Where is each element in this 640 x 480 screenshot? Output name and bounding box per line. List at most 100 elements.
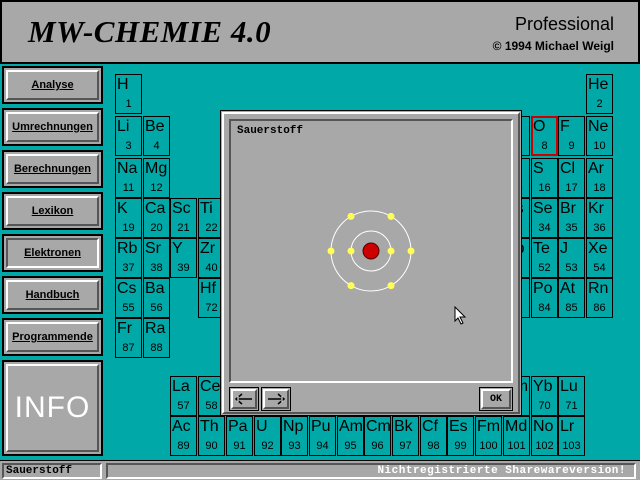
element-np[interactable]: Np 93: [281, 416, 308, 456]
element-symbol: O: [533, 118, 546, 135]
element-ne[interactable]: Ne 10: [586, 116, 613, 156]
element-number: 91: [233, 440, 246, 452]
next-button[interactable]: [261, 387, 291, 411]
element-te[interactable]: Te 52: [531, 238, 558, 278]
element-symbol: At: [560, 280, 576, 297]
element-lr[interactable]: Lr 103: [558, 416, 585, 456]
element-j[interactable]: J 53: [558, 238, 585, 278]
element-symbol: Cl: [560, 160, 576, 177]
element-sc[interactable]: Sc 21: [170, 198, 197, 238]
element-th[interactable]: Th 90: [198, 416, 225, 456]
element-rn[interactable]: Rn 86: [586, 278, 613, 318]
element-f[interactable]: F9: [558, 116, 585, 156]
element-h[interactable]: H1: [115, 74, 142, 114]
sidebar-item-umrechnungen[interactable]: Umrechnungen: [2, 108, 103, 146]
element-number: 71: [565, 400, 578, 412]
element-number: 101: [507, 440, 526, 452]
electron: [347, 212, 355, 220]
element-u[interactable]: U 92: [254, 416, 281, 456]
element-symbol: No: [533, 418, 554, 435]
element-kr[interactable]: Kr 36: [586, 198, 613, 238]
element-symbol: Y: [172, 240, 183, 257]
element-cm[interactable]: Cm 96: [364, 416, 391, 456]
element-number: 16: [538, 182, 551, 194]
element-number: 92: [261, 440, 274, 452]
element-bk[interactable]: Bk 97: [392, 416, 419, 456]
element-number: 8: [541, 140, 548, 152]
element-k[interactable]: K 19: [115, 198, 142, 238]
element-fm[interactable]: Fm 100: [475, 416, 502, 456]
element-o[interactable]: O8: [531, 116, 558, 156]
element-be[interactable]: Be 4: [143, 116, 170, 156]
element-symbol: Ar: [588, 160, 604, 177]
sidebar-item-label: Umrechnungen: [12, 121, 93, 133]
element-na[interactable]: Na 11: [115, 158, 142, 198]
sidebar-item-berechnungen[interactable]: Berechnungen: [2, 150, 103, 188]
element-y[interactable]: Y 39: [170, 238, 197, 278]
element-number: 57: [177, 400, 190, 412]
element-symbol: Cs: [117, 280, 137, 297]
prev-button[interactable]: [229, 387, 259, 411]
electron: [407, 247, 415, 255]
sidebar-item-elektronen[interactable]: Elektronen: [2, 234, 103, 272]
element-number: 86: [593, 302, 606, 314]
element-md[interactable]: Md 101: [503, 416, 530, 456]
element-s[interactable]: S 16: [531, 158, 558, 198]
element-cl[interactable]: Cl 17: [558, 158, 585, 198]
element-symbol: Rb: [117, 240, 138, 257]
element-number: 37: [122, 262, 135, 274]
info-button[interactable]: INFO: [2, 360, 103, 456]
element-symbol: Es: [449, 418, 468, 435]
element-symbol: Zr: [200, 240, 216, 257]
element-li[interactable]: Li 3: [115, 116, 142, 156]
element-symbol: Sc: [172, 200, 191, 217]
atom-nucleus: [362, 242, 380, 260]
element-symbol: Fm: [477, 418, 501, 435]
element-fr[interactable]: Fr 87: [115, 318, 142, 358]
element-br[interactable]: Br 35: [558, 198, 585, 238]
element-number: 4: [153, 140, 160, 152]
element-rb[interactable]: Rb 37: [115, 238, 142, 278]
ok-button[interactable]: OK: [479, 387, 513, 411]
element-symbol: Mg: [145, 160, 168, 177]
element-po[interactable]: Po 84: [531, 278, 558, 318]
element-he[interactable]: He 2: [586, 74, 613, 114]
element-pa[interactable]: Pa 91: [226, 416, 253, 456]
element-cf[interactable]: Cf 98: [420, 416, 447, 456]
element-number: 98: [427, 440, 440, 452]
element-at[interactable]: At 85: [558, 278, 585, 318]
sidebar-item-programmende[interactable]: Programmende: [2, 318, 103, 356]
element-ar[interactable]: Ar 18: [586, 158, 613, 198]
element-number: 9: [568, 140, 575, 152]
element-number: 36: [593, 222, 606, 234]
sidebar-item-handbuch[interactable]: Handbuch: [2, 276, 103, 314]
element-sr[interactable]: Sr 38: [143, 238, 170, 278]
element-ba[interactable]: Ba 56: [143, 278, 170, 318]
element-xe[interactable]: Xe 54: [586, 238, 613, 278]
sidebar-item-analyse[interactable]: Analyse: [2, 66, 103, 104]
element-symbol: Sr: [145, 240, 161, 257]
element-ac[interactable]: Ac 89: [170, 416, 197, 456]
element-no[interactable]: No 102: [531, 416, 558, 456]
element-symbol: Pa: [228, 418, 248, 435]
element-cs[interactable]: Cs 55: [115, 278, 142, 318]
element-mg[interactable]: Mg 12: [143, 158, 170, 198]
element-ra[interactable]: Ra 88: [143, 318, 170, 358]
element-la[interactable]: La 57: [170, 376, 197, 416]
element-es[interactable]: Es 99: [447, 416, 474, 456]
element-lu[interactable]: Lu 71: [558, 376, 585, 416]
element-yb[interactable]: Yb 70: [531, 376, 558, 416]
status-element: Sauerstoff: [2, 463, 102, 479]
element-am[interactable]: Am 95: [337, 416, 364, 456]
element-symbol: Hf: [200, 280, 216, 297]
element-symbol: Na: [117, 160, 138, 177]
element-number: 90: [205, 440, 218, 452]
element-symbol: Br: [560, 200, 576, 217]
electron: [387, 282, 395, 290]
element-se[interactable]: Se 34: [531, 198, 558, 238]
element-ca[interactable]: Ca 20: [143, 198, 170, 238]
sidebar-item-lexikon[interactable]: Lexikon: [2, 192, 103, 230]
element-number: 84: [538, 302, 551, 314]
element-number: 3: [125, 140, 132, 152]
element-pu[interactable]: Pu 94: [309, 416, 336, 456]
